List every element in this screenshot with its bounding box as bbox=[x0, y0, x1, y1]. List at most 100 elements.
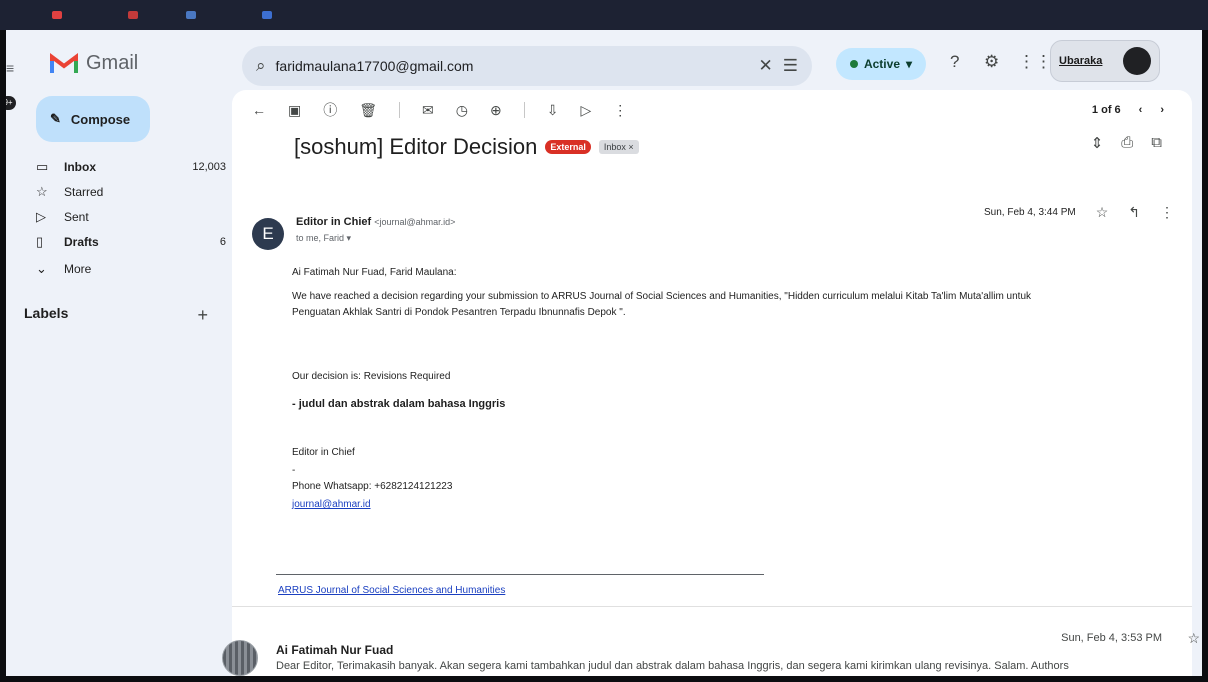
email-paragraph-line: Penguatan Akhlak Santri di Pondok Pesant… bbox=[292, 307, 626, 318]
account-switcher[interactable]: Ubaraka bbox=[1050, 40, 1160, 82]
pencil-icon: ✎ bbox=[50, 111, 61, 126]
mark-unread-icon[interactable]: ✉ bbox=[422, 102, 434, 119]
toolbar-divider bbox=[399, 102, 401, 118]
add-task-icon[interactable]: ⊕ bbox=[490, 102, 502, 119]
browser-tab-bar bbox=[0, 0, 1208, 30]
notification-badge: 9+ bbox=[6, 96, 16, 110]
reply-sender-avatar bbox=[222, 640, 258, 676]
pagination: 1 of 6 ‹ › bbox=[1092, 104, 1164, 116]
menu-icon[interactable]: ≡ bbox=[6, 60, 20, 76]
reply-timestamp: Sun, Feb 4, 3:53 PM bbox=[1061, 632, 1162, 644]
more-vert-icon[interactable]: ⋮ bbox=[1160, 204, 1174, 221]
prev-page-icon[interactable]: ‹ bbox=[1139, 104, 1143, 116]
email-paragraph-line: We have reached a decision regarding you… bbox=[292, 291, 1032, 302]
external-tag: External bbox=[545, 140, 591, 154]
chevron-down-icon: ▾ bbox=[906, 57, 913, 71]
archive-icon[interactable]: ▣ bbox=[288, 102, 301, 119]
inbox-icon: ▭ bbox=[36, 159, 49, 174]
message-timestamp: Sun, Feb 4, 3:44 PM bbox=[983, 207, 1076, 218]
reply-sender-name[interactable]: Ai Fatimah Nur Fuad bbox=[276, 643, 393, 657]
star-icon[interactable]: ☆ bbox=[1096, 204, 1109, 221]
email-subject: [soshum] Editor Decision bbox=[294, 134, 538, 159]
page-count: 1 of 6 bbox=[1091, 104, 1121, 116]
chevron-down-icon: ⌄ bbox=[36, 261, 47, 276]
gmail-window: ≡ 9+ Gmail ⌕ faridmaulana17700@gmail.com… bbox=[6, 30, 1202, 676]
compose-button[interactable]: ✎ Compose bbox=[36, 96, 150, 142]
reply-icon[interactable]: ↰ bbox=[1128, 204, 1140, 221]
message-view: ← ▣ ⓘ 🗑 ✉ ◷ ⊕ ⇩ ▷ ⋮ 1 of 6 ‹ › [soshum] … bbox=[222, 90, 1200, 676]
more-options-icon[interactable]: ⋮ bbox=[613, 102, 627, 119]
decision-text: Our decision is: Revisions Required bbox=[292, 371, 451, 382]
sidebar-item-more[interactable]: ⌄ More bbox=[36, 258, 226, 280]
recipients-toggle[interactable]: to me, Farid ▾ bbox=[296, 233, 351, 244]
gmail-logo[interactable]: Gmail bbox=[50, 52, 138, 75]
send-icon: ▷ bbox=[36, 209, 46, 224]
draft-count: 6 bbox=[219, 236, 226, 248]
journal-footer-link[interactable]: ARRUS Journal of Social Sciences and Hum… bbox=[278, 582, 505, 599]
message-meta: Sun, Feb 4, 3:44 PM ☆ ↰ ⋮ bbox=[984, 204, 1174, 221]
gmail-m-icon bbox=[50, 52, 78, 73]
status-button[interactable]: Active ▾ bbox=[836, 48, 926, 80]
unread-count: 12,003 bbox=[192, 161, 226, 173]
status-dot-icon bbox=[849, 60, 858, 68]
help-icon[interactable]: ? bbox=[950, 52, 959, 72]
avatar[interactable] bbox=[1123, 47, 1151, 75]
signature-email-link[interactable]: journal@ahmar.id bbox=[292, 496, 371, 513]
draft-icon: ▯ bbox=[36, 234, 44, 249]
label-icon[interactable]: ▷ bbox=[580, 102, 591, 119]
labels-heading: Labels bbox=[24, 305, 69, 321]
print-icon[interactable]: ⎙ bbox=[1121, 134, 1133, 152]
sidebar-item-label: Inbox bbox=[64, 160, 96, 174]
sidebar-item-drafts[interactable]: ▯ Drafts 6 bbox=[36, 231, 226, 253]
add-label-button[interactable]: + bbox=[197, 305, 208, 326]
move-to-icon[interactable]: ⇩ bbox=[547, 102, 559, 119]
message-divider bbox=[232, 606, 1192, 607]
compose-label: Compose bbox=[70, 111, 131, 127]
open-new-window-icon[interactable]: ⧉ bbox=[1151, 134, 1162, 152]
sidebar-item-sent[interactable]: ▷ Sent bbox=[36, 206, 226, 228]
signature-dash: - bbox=[292, 465, 296, 476]
back-arrow-icon[interactable]: ← bbox=[252, 102, 266, 118]
sidebar-item-inbox[interactable]: ▭ Inbox 12,003 bbox=[36, 156, 226, 178]
subject-row: [soshum] Editor Decision External Inbox … bbox=[294, 134, 639, 160]
toolbar-divider bbox=[523, 102, 525, 118]
sender-email: <journal@ahmar.id> bbox=[374, 217, 456, 227]
account-label: Ubaraka bbox=[1059, 55, 1103, 67]
next-page-icon[interactable]: › bbox=[1160, 104, 1164, 116]
clear-search-icon[interactable]: ✕ bbox=[759, 56, 773, 76]
tab-favicon-icon[interactable] bbox=[128, 11, 138, 19]
gear-icon[interactable]: ⚙ bbox=[984, 52, 999, 72]
sender-line: Editor in Chief <journal@ahmar.id> bbox=[296, 216, 455, 228]
report-spam-icon[interactable]: ⓘ bbox=[323, 100, 337, 120]
snooze-icon[interactable]: ◷ bbox=[456, 102, 468, 119]
tab-favicon-icon[interactable] bbox=[262, 11, 272, 19]
signature-title: Editor in Chief bbox=[292, 447, 355, 458]
sidebar-item-starred[interactable]: ☆ Starred bbox=[36, 181, 226, 203]
sidebar-item-label: Starred bbox=[64, 185, 104, 199]
labels-section: Labels + bbox=[24, 305, 208, 326]
inbox-label-chip[interactable]: Inbox × bbox=[598, 140, 639, 154]
search-icon[interactable]: ⌕ bbox=[256, 56, 266, 76]
tab-favicon-icon[interactable] bbox=[52, 11, 62, 19]
apps-grid-icon[interactable]: ⋮⋮ bbox=[1018, 52, 1052, 72]
search-input[interactable]: faridmaulana17700@gmail.com bbox=[276, 58, 749, 74]
subject-actions: ⇕ ⎙ ⧉ bbox=[1091, 134, 1162, 152]
signature-divider bbox=[276, 574, 764, 575]
tab-favicon-icon[interactable] bbox=[186, 11, 196, 19]
status-label: Active bbox=[863, 57, 900, 71]
sender-avatar: E bbox=[252, 218, 284, 250]
reply-snippet[interactable]: Dear Editor, Terimakasih banyak. Akan se… bbox=[276, 660, 1069, 672]
delete-icon[interactable]: 🗑 bbox=[359, 102, 377, 119]
email-greeting: Ai Fatimah Nur Fuad, Farid Maulana: bbox=[292, 267, 457, 278]
expand-collapse-icon[interactable]: ⇕ bbox=[1091, 134, 1104, 152]
sidebar-item-label: Drafts bbox=[64, 235, 99, 249]
message-toolbar: ← ▣ ⓘ 🗑 ✉ ◷ ⊕ ⇩ ▷ ⋮ bbox=[252, 98, 627, 122]
search-bar[interactable]: ⌕ faridmaulana17700@gmail.com ✕ ☰ bbox=[242, 46, 812, 86]
revision-note: - judul dan abstrak dalam bahasa Inggris bbox=[292, 398, 506, 410]
sidebar-item-label: More bbox=[64, 262, 92, 276]
star-icon: ☆ bbox=[36, 184, 48, 199]
sidebar-item-label: Sent bbox=[64, 210, 89, 224]
star-icon[interactable]: ☆ bbox=[1187, 630, 1200, 647]
search-options-icon[interactable]: ☰ bbox=[783, 56, 798, 76]
sender-name[interactable]: Editor in Chief bbox=[296, 216, 371, 228]
